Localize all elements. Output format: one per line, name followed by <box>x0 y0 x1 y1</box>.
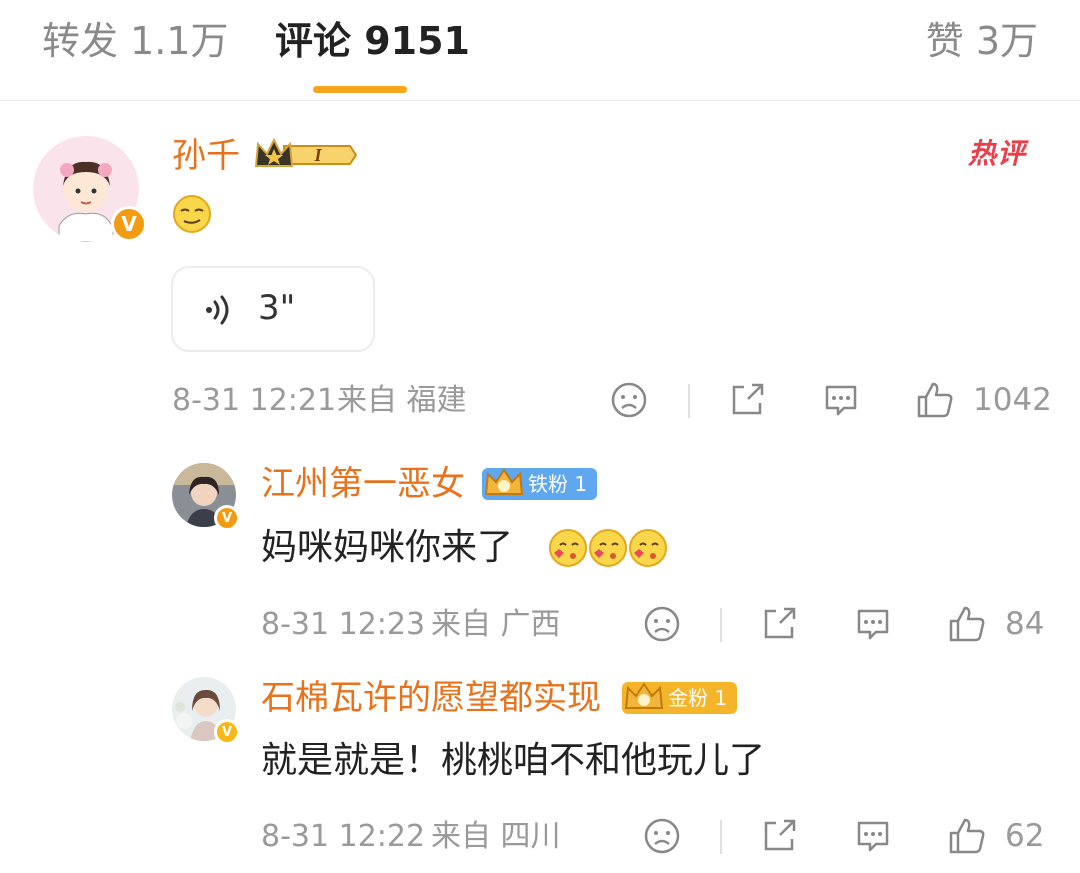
like-button[interactable]: 1042 <box>915 380 1052 420</box>
share-icon <box>764 819 796 851</box>
comment-text: 妈咪妈咪你来了 <box>261 527 514 568</box>
sad-face-icon <box>611 382 647 418</box>
comment-location: 来自 广西 <box>431 607 561 642</box>
comment-time: 8-31 12:23 <box>261 607 426 642</box>
divider <box>720 608 722 642</box>
fan-badge-label: 金粉 1 <box>668 686 728 710</box>
share-button[interactable] <box>760 817 798 855</box>
verified-badge-icon: V <box>111 206 147 242</box>
avatar[interactable]: V <box>33 136 147 242</box>
share-button[interactable] <box>760 605 798 643</box>
hot-comment-label: 热评 <box>968 137 1027 170</box>
reply-button[interactable] <box>854 605 892 643</box>
avatar[interactable]: V <box>172 677 240 745</box>
divider <box>720 820 722 854</box>
comment-username[interactable]: 江州第一恶女 <box>261 462 465 506</box>
share-button[interactable] <box>728 381 766 419</box>
sad-face-icon <box>644 606 680 642</box>
fan-badge: 金粉 1 <box>622 682 738 714</box>
smirk-emoji <box>172 194 212 238</box>
comment-username[interactable]: 石棉瓦许的愿望都实现 <box>261 676 601 720</box>
comment-bubble-icon <box>857 821 889 852</box>
comment-location: 来自 四川 <box>431 819 561 854</box>
share-icon <box>764 607 796 639</box>
like-button[interactable]: 62 <box>947 816 1044 856</box>
dislike-button[interactable] <box>643 605 681 643</box>
dislike-button[interactable] <box>643 817 681 855</box>
like-count: 62 <box>1005 818 1045 854</box>
comment-time: 8-31 12:21 <box>172 383 337 418</box>
comment-bubble-icon <box>825 385 857 416</box>
like-count: 1042 <box>973 382 1052 418</box>
reply-button[interactable] <box>854 817 892 855</box>
tab-likes[interactable]: 赞 3万 <box>926 16 1038 66</box>
comment-bubble-icon <box>857 609 889 640</box>
fan-crown-icon <box>484 468 524 495</box>
dislike-button[interactable] <box>610 381 648 419</box>
comment-time: 8-31 12:22 <box>261 819 426 854</box>
comment-location: 来自 福建 <box>337 383 467 418</box>
like-count: 84 <box>1005 606 1045 642</box>
comment-text: 就是就是！桃桃咱不和他玩儿了 <box>261 740 766 781</box>
tab-comments[interactable]: 评论 9151 <box>275 16 470 66</box>
active-tab-indicator <box>313 86 407 93</box>
voice-duration: 3" <box>258 288 296 328</box>
like-button[interactable]: 84 <box>947 604 1044 644</box>
reply-button[interactable] <box>822 381 860 419</box>
verified-badge-icon: V <box>214 505 240 531</box>
share-icon <box>732 383 764 415</box>
tab-repost[interactable]: 转发 1.1万 <box>42 16 229 66</box>
comment-tabs: 转发 1.1万 评论 9151 赞 3万 <box>0 0 1080 101</box>
voice-message[interactable]: 3" <box>171 266 375 352</box>
comment-username[interactable]: 孙千 <box>172 134 240 178</box>
thumbs-up-icon <box>917 382 953 418</box>
voice-waves-icon <box>206 295 229 325</box>
thumbs-up-icon <box>949 818 985 854</box>
fan-badge: 铁粉 1 <box>482 468 598 500</box>
fan-crown-icon <box>624 682 664 709</box>
level-badge-text: I <box>313 145 322 165</box>
avatar[interactable]: V <box>172 463 240 531</box>
divider <box>688 384 690 418</box>
thumbs-up-icon <box>949 606 985 642</box>
kiss-emoji <box>548 527 668 573</box>
user-level-crown-icon: I <box>254 136 358 178</box>
verified-badge-icon: V <box>214 719 240 745</box>
sad-face-icon <box>644 818 680 854</box>
fan-badge-label: 铁粉 1 <box>528 472 588 496</box>
